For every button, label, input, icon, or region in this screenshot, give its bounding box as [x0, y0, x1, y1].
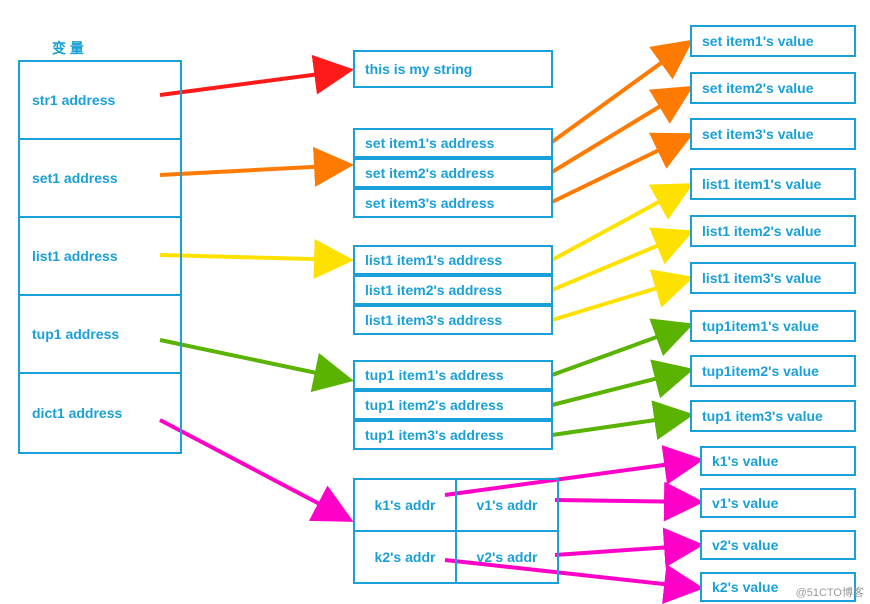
- mid-tup-0: tup1 item1's address: [353, 360, 553, 390]
- watermark: @51CTO博客: [796, 584, 864, 600]
- right-tup-0: tup1item1's value: [690, 310, 856, 342]
- var-str1: str1 address: [20, 62, 180, 140]
- right-dict-1: v1's value: [700, 488, 856, 518]
- right-set-1: set item2's value: [690, 72, 856, 104]
- mid-set-2: set item3's address: [353, 188, 553, 218]
- mid-list-0: list1 item1's address: [353, 245, 553, 275]
- mid-tup-1: tup1 item2's address: [353, 390, 553, 420]
- right-list-1: list1 item2's value: [690, 215, 856, 247]
- mid-set-0: set item1's address: [353, 128, 553, 158]
- mid-dict-v1: v1's addr: [457, 480, 557, 530]
- right-set-2: set item3's value: [690, 118, 856, 150]
- mid-set-1: set item2's address: [353, 158, 553, 188]
- mid-dict-v2: v2's addr: [457, 532, 557, 582]
- variable-table: str1 address set1 address list1 address …: [18, 60, 182, 454]
- mid-list-2: list1 item3's address: [353, 305, 553, 335]
- right-tup-2: tup1 item3's value: [690, 400, 856, 432]
- var-set1: set1 address: [20, 140, 180, 218]
- right-dict-2: v2's value: [700, 530, 856, 560]
- right-dict-0: k1's value: [700, 446, 856, 476]
- mid-str: this is my string: [353, 50, 553, 88]
- right-list-0: list1 item1's value: [690, 168, 856, 200]
- var-dict1: dict1 address: [20, 374, 180, 452]
- mid-dict-k1: k1's addr: [355, 480, 457, 530]
- var-tup1: tup1 address: [20, 296, 180, 374]
- right-tup-1: tup1item2's value: [690, 355, 856, 387]
- diagram-stage: 变 量 str1 address set1 address list1 addr…: [0, 0, 870, 604]
- mid-list-1: list1 item2's address: [353, 275, 553, 305]
- right-set-0: set item1's value: [690, 25, 856, 57]
- mid-dict-k2: k2's addr: [355, 532, 457, 582]
- mid-dict: k1's addr v1's addr k2's addr v2's addr: [353, 478, 559, 584]
- header-title: 变 量: [52, 38, 84, 58]
- var-list1: list1 address: [20, 218, 180, 296]
- right-list-2: list1 item3's value: [690, 262, 856, 294]
- mid-tup-2: tup1 item3's address: [353, 420, 553, 450]
